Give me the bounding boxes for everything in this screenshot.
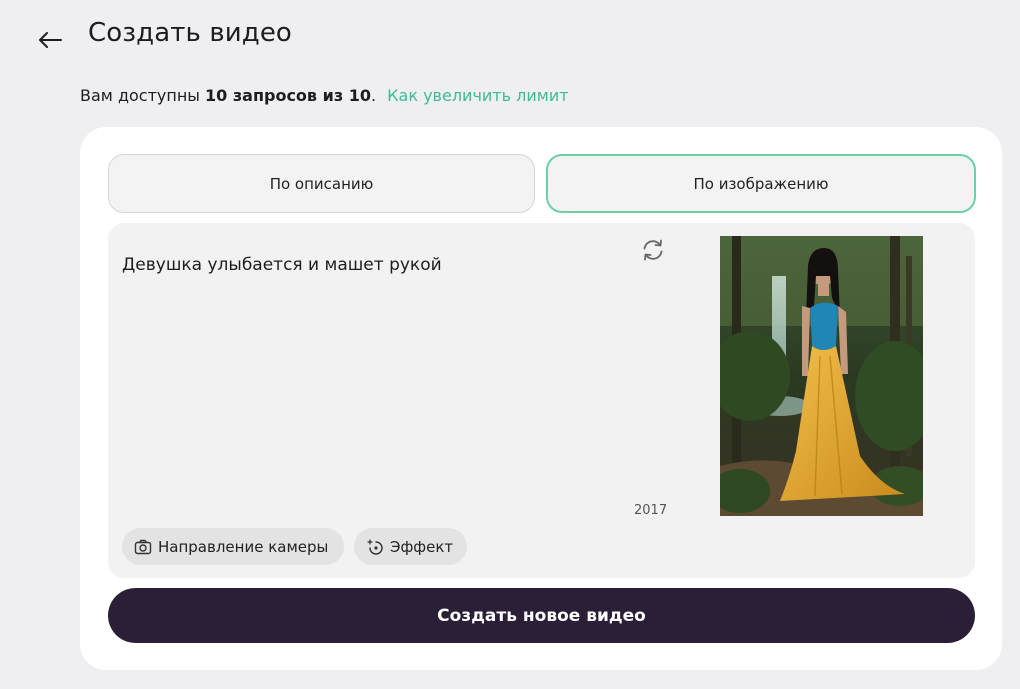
increase-limit-link[interactable]: Как увеличить лимит <box>387 86 568 105</box>
create-video-button[interactable]: Создать новое видео <box>108 588 975 643</box>
refresh-button[interactable] <box>640 237 666 263</box>
uploaded-image-preview[interactable] <box>720 236 923 516</box>
limit-suffix: . <box>370 86 377 105</box>
prompt-input[interactable]: Девушка улыбается и машет рукой <box>122 255 442 275</box>
effect-chip[interactable]: Эффект <box>354 528 467 565</box>
back-button[interactable] <box>34 26 66 54</box>
tab-by-description[interactable]: По описанию <box>108 154 535 213</box>
prompt-panel[interactable]: Девушка улыбается и машет рукой 2017 Нап… <box>108 223 975 578</box>
effect-label: Эффект <box>390 537 454 556</box>
camera-icon <box>134 539 152 554</box>
char-counter: 2017 <box>634 503 668 518</box>
create-video-card: По описанию По изображению Девушка улыба… <box>80 127 1002 670</box>
camera-direction-chip[interactable]: Направление камеры <box>122 528 344 565</box>
request-limit-info: Вам доступны 10 запросов из 10. Как увел… <box>80 86 569 105</box>
sparkle-effect-icon <box>367 538 383 555</box>
limit-count: 10 запросов из 10 <box>205 86 371 105</box>
forest-woman-image <box>720 236 923 516</box>
refresh-icon <box>643 239 663 261</box>
tab-by-image[interactable]: По изображению <box>546 154 976 213</box>
limit-prefix: Вам доступны <box>80 86 206 105</box>
header: Создать видео <box>0 0 1020 80</box>
page-title: Создать видео <box>88 18 292 48</box>
arrow-left-icon <box>39 32 62 48</box>
camera-direction-label: Направление камеры <box>158 537 329 556</box>
